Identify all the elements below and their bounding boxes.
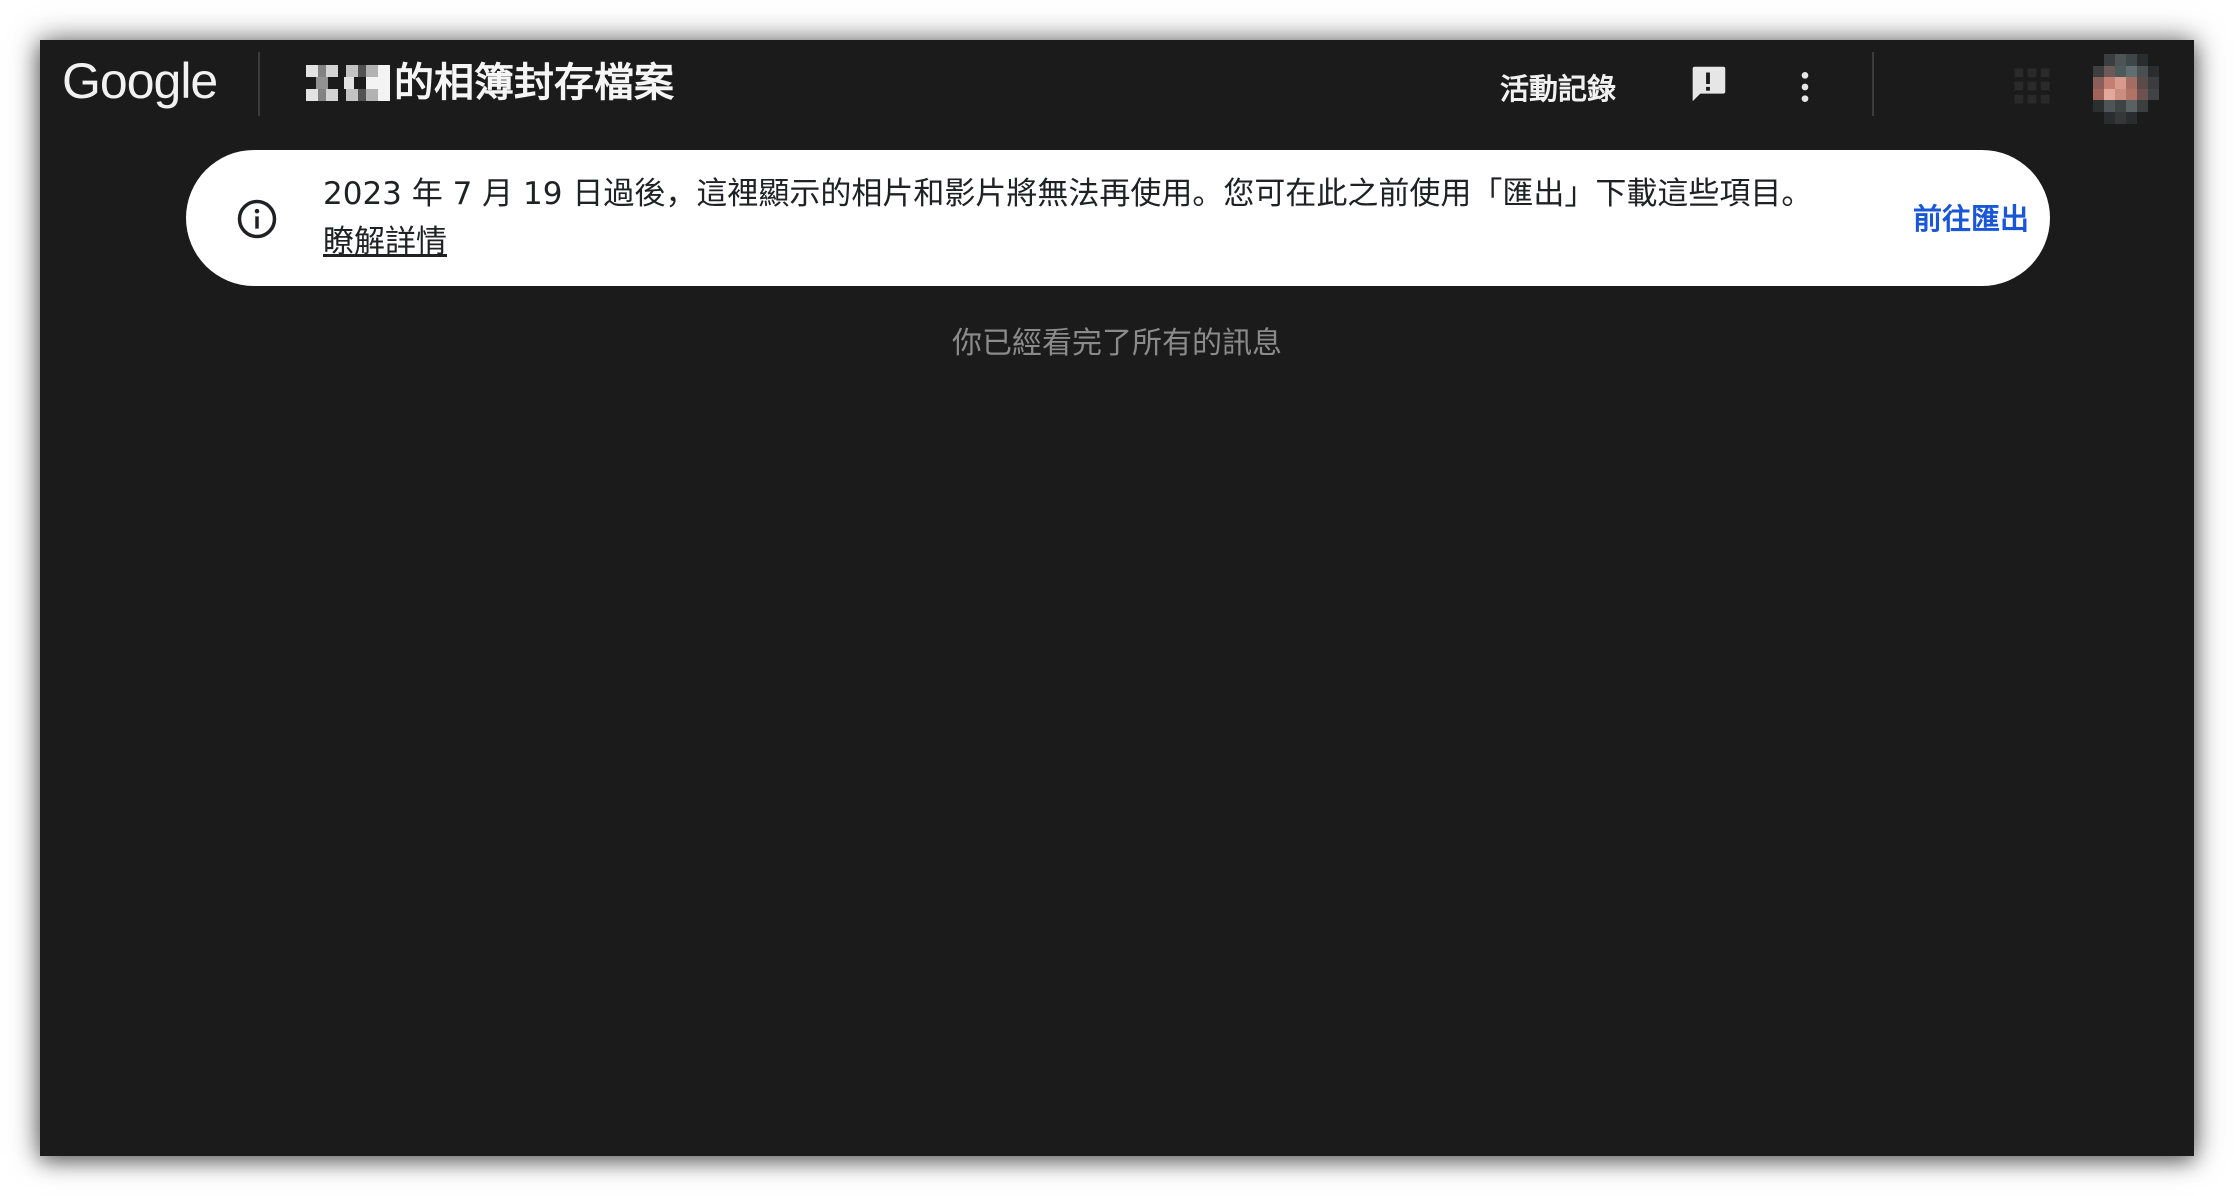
header-divider-right (1872, 52, 1874, 116)
banner-message-text: 2023 年 7 月 19 日過後，這裡顯示的相片和影片將無法再使用。您可在此之… (323, 176, 1813, 212)
activity-log-link[interactable]: 活動記錄 (1500, 66, 1616, 108)
google-logo[interactable]: Google (62, 56, 218, 106)
apps-button[interactable] (2002, 56, 2062, 116)
page-title: 的相簿封存檔案 (306, 58, 674, 108)
info-icon (237, 199, 277, 239)
header-divider (258, 52, 260, 116)
more-vert-icon (1801, 72, 1809, 102)
account-avatar[interactable] (2093, 54, 2159, 124)
feedback-icon (1692, 66, 1726, 102)
deprecation-banner: 2023 年 7 月 19 日過後，這裡顯示的相片和影片將無法再使用。您可在此之… (186, 150, 2050, 286)
go-to-export-button[interactable]: 前往匯出 (1913, 196, 2029, 238)
feedback-button[interactable] (1678, 54, 1738, 114)
screenshot-stage: Google 的相簿封存檔案 活動記錄 2023 年 7 月 19 日過後，這裡… (0, 0, 2234, 1196)
redacted-name (306, 65, 390, 101)
banner-message: 2023 年 7 月 19 日過後，這裡顯示的相片和影片將無法再使用。您可在此之… (323, 170, 1823, 266)
top-bar: Google 的相簿封存檔案 活動記錄 (40, 40, 2194, 158)
apps-grid-icon (2014, 68, 2050, 104)
more-options-button[interactable] (1775, 57, 1835, 117)
app-window: Google 的相簿封存檔案 活動記錄 2023 年 7 月 19 日過後，這裡… (40, 40, 2194, 1156)
learn-more-link[interactable]: 瞭解詳情 (323, 224, 447, 260)
page-title-text: 的相簿封存檔案 (394, 60, 674, 106)
empty-state-message: 你已經看完了所有的訊息 (952, 326, 1282, 361)
